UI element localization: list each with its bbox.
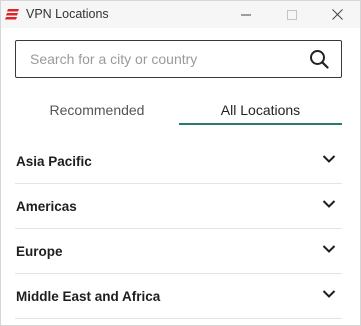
window-title: VPN Locations xyxy=(26,7,109,21)
region-list: Asia Pacific Americas Europe Middle East… xyxy=(15,139,342,319)
maximize-icon xyxy=(287,9,297,20)
region-item-americas[interactable]: Americas xyxy=(15,184,342,229)
maximize-button[interactable] xyxy=(269,1,315,28)
region-item-europe[interactable]: Europe xyxy=(15,229,342,274)
chevron-down-icon[interactable] xyxy=(322,154,336,164)
region-label: Asia Pacific xyxy=(16,153,92,169)
close-icon xyxy=(331,9,343,20)
active-tab-indicator xyxy=(179,123,342,125)
chevron-down-icon[interactable] xyxy=(322,244,336,254)
close-button[interactable] xyxy=(314,1,360,28)
region-item-asia-pacific[interactable]: Asia Pacific xyxy=(15,139,342,184)
minimize-button[interactable] xyxy=(223,1,269,28)
search-icon[interactable] xyxy=(309,49,329,69)
minimize-icon xyxy=(241,14,251,15)
region-item-middle-east-and-africa[interactable]: Middle East and Africa xyxy=(15,274,342,319)
title-bar[interactable]: VPN Locations xyxy=(1,1,360,28)
chevron-down-icon[interactable] xyxy=(322,199,336,209)
search-field[interactable] xyxy=(15,40,342,78)
expressvpn-logo-icon xyxy=(5,9,19,20)
search-input[interactable] xyxy=(30,41,290,77)
tab-recommended[interactable]: Recommended xyxy=(15,96,179,124)
region-label: Americas xyxy=(16,198,77,214)
tab-all-locations[interactable]: All Locations xyxy=(179,96,342,124)
region-label: Europe xyxy=(16,243,63,259)
chevron-down-icon[interactable] xyxy=(322,289,336,299)
location-tabs: Recommended All Locations xyxy=(15,96,342,126)
region-label: Middle East and Africa xyxy=(16,288,161,304)
vpn-locations-window: VPN Locations Recommended All Locations xyxy=(0,0,361,326)
